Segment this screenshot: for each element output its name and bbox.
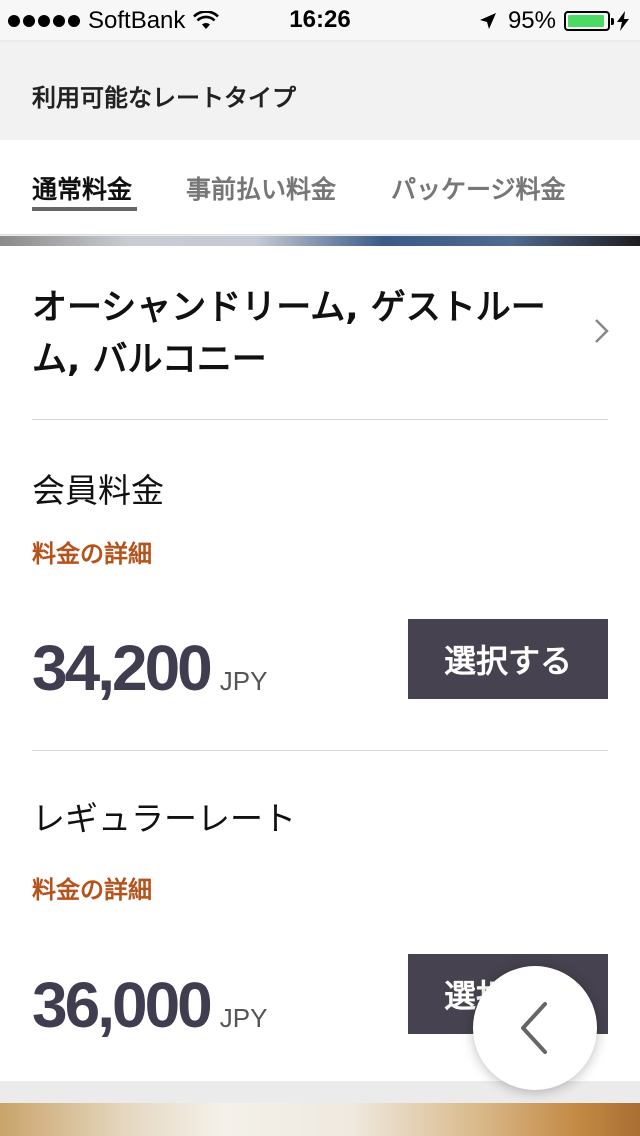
divider bbox=[32, 419, 608, 420]
active-tab-indicator bbox=[32, 207, 137, 211]
battery-percent: 95% bbox=[507, 7, 556, 34]
price-regular: 36,000 JPY bbox=[32, 968, 267, 1042]
rate-name-regular: レギュラーレート bbox=[32, 799, 296, 838]
rate-name-member: 会員料金 bbox=[32, 471, 164, 510]
price-value: 34,200 bbox=[32, 632, 213, 704]
chevron-right-icon[interactable] bbox=[594, 318, 610, 344]
battery-fill bbox=[568, 15, 605, 27]
status-right: 95% bbox=[478, 7, 630, 35]
select-button[interactable]: 選択する bbox=[408, 619, 608, 699]
price-currency: JPY bbox=[219, 666, 268, 696]
rate-type-tabs: 通常料金 事前払い料金 パッケージ料金 bbox=[0, 140, 640, 235]
next-room-photo bbox=[0, 1103, 640, 1136]
status-bar: SoftBank 16:26 95% bbox=[0, 0, 640, 40]
price-member: 34,200 JPY bbox=[32, 631, 267, 705]
room-title[interactable]: オーシャンドリーム, ゲストルーム, バルコニー bbox=[32, 282, 577, 386]
charging-bolt-icon bbox=[617, 11, 629, 31]
chevron-left-icon bbox=[521, 1002, 547, 1054]
page-title: 利用可能なレートタイプ bbox=[32, 84, 296, 112]
rate-types-header: 利用可能なレートタイプ bbox=[0, 42, 640, 140]
back-button[interactable] bbox=[473, 966, 597, 1090]
room-card: オーシャンドリーム, ゲストルーム, バルコニー 会員料金 料金の詳細 34,2… bbox=[0, 246, 640, 1081]
room-photo-strip bbox=[0, 236, 640, 246]
tab-prepaid-rate[interactable]: 事前払い料金 bbox=[186, 170, 336, 206]
divider bbox=[32, 750, 608, 751]
rate-details-link[interactable]: 料金の詳細 bbox=[32, 870, 152, 905]
price-currency: JPY bbox=[219, 1003, 268, 1033]
battery-icon bbox=[564, 11, 614, 31]
location-arrow-icon bbox=[479, 13, 496, 29]
tab-package-rate[interactable]: パッケージ料金 bbox=[391, 170, 566, 206]
tab-standard-rate[interactable]: 通常料金 bbox=[32, 170, 132, 206]
price-value: 36,000 bbox=[32, 969, 213, 1041]
rate-details-link[interactable]: 料金の詳細 bbox=[32, 534, 152, 569]
